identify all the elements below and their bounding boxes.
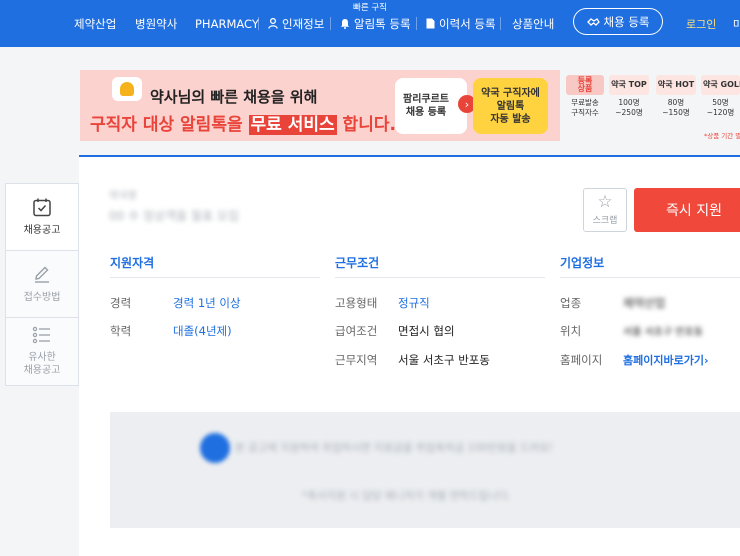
industry-label: 업종 xyxy=(560,296,582,310)
nav-talent-info[interactable]: 인재정보 xyxy=(268,0,324,47)
chevron-right-icon: › xyxy=(703,354,709,367)
homepage-link-text: 홈페이지바로가기 xyxy=(623,354,704,367)
nav-products[interactable]: 상품안내 xyxy=(512,0,554,47)
nav-divider xyxy=(416,17,417,30)
nav-resume-label: 이력서 등록 xyxy=(439,16,496,31)
banner-auto-send-card: 약국 구직자에 알림톡 자동 발송 xyxy=(473,78,548,134)
banner-subline-pre: 구직자 대상 알림톡을 xyxy=(90,115,249,135)
price-col-value: 80명 ~150명 xyxy=(662,98,690,118)
price-col-name: 약국 GOLD xyxy=(701,75,740,95)
tab-application-method[interactable]: 접수방법 xyxy=(6,251,78,318)
handshake-icon xyxy=(586,17,600,26)
section-divider xyxy=(335,277,545,278)
location-label: 위치 xyxy=(560,324,582,338)
education-label: 학력 xyxy=(110,324,132,338)
nav-talent-label: 인재정보 xyxy=(282,16,325,31)
star-icon: ☆ xyxy=(597,192,613,212)
bonus-notice: 본 공고에 지원하여 취업하시면 지원금을 취업축하금 100만원을 드려요! … xyxy=(110,412,740,528)
section-qualification-title: 지원자격 xyxy=(110,256,155,270)
banner-auto-send-text: 약국 구직자에 알림톡 자동 발송 xyxy=(481,87,540,125)
promo-banner[interactable]: 약사님의 빠른 채용을 위해 구직자 대상 알림톡을 무료 서비스 합니다. 팜… xyxy=(80,70,560,141)
apply-now-button[interactable]: 즉시 지원 xyxy=(634,188,740,232)
employment-type-value: 정규직 xyxy=(398,296,430,310)
nav-divider xyxy=(500,17,501,30)
location-value: 서울 서초구 반포동 xyxy=(623,327,703,338)
price-col-name: 약국 HOT xyxy=(656,75,696,95)
price-col-value: 100명 ~250명 xyxy=(615,98,643,118)
pencil-icon xyxy=(35,266,49,283)
work-area-label: 근무지역 xyxy=(335,353,378,367)
salary-label: 급여조건 xyxy=(335,324,378,338)
nav-alimtalk-label: 알림톡 등록 xyxy=(354,16,411,31)
homepage-label: 홈페이지 xyxy=(560,353,603,367)
job-title: 00 수 정상객을 월표 모집 xyxy=(109,209,239,223)
banner-subline: 구직자 대상 알림톡을 무료 서비스 합니다. xyxy=(90,110,396,135)
price-col-name: 약국 TOP xyxy=(609,75,649,95)
employment-type-label: 고용형태 xyxy=(335,296,378,310)
nav-alimtalk[interactable]: 알림톡 등록 xyxy=(340,0,411,47)
login-link[interactable]: 로그인 xyxy=(686,0,716,47)
company-name: 약국명 xyxy=(109,191,137,202)
tab-job-posting-label: 채용공고 xyxy=(23,224,61,236)
nav-overflow-item[interactable]: 마 xyxy=(733,0,740,47)
job-detail-panel: 약국명 00 수 정상객을 월표 모집 ☆ 스크랩 즉시 지원 지원자격 경력 … xyxy=(79,155,740,556)
banner-register-text: 팜리쿠르트 채용 등록 xyxy=(403,93,449,119)
price-col-gold: 약국 GOLD 50명 ~120명 xyxy=(701,75,740,118)
scrap-label: 스크랩 xyxy=(592,216,618,226)
price-label-col: 등록 상품 무료발송 구직자수 xyxy=(566,75,604,118)
salary-value: 면접시 협의 xyxy=(398,324,455,338)
tab-similar-postings[interactable]: 유사한 채용공고 xyxy=(6,318,78,385)
industry-value: 제약산업 xyxy=(623,296,666,310)
price-note: *상품 기간 별 xyxy=(704,132,740,140)
document-icon xyxy=(426,18,435,29)
price-head-label: 등록 상품 xyxy=(566,75,604,95)
banner-register-card: 팜리쿠르트 채용 등록 xyxy=(395,78,467,134)
price-row-label: 무료발송 구직자수 xyxy=(571,98,599,118)
nav-pharma-industry[interactable]: 제약산업 xyxy=(74,0,116,47)
nav-divider xyxy=(258,17,259,30)
calendar-check-icon xyxy=(33,198,51,216)
person-icon xyxy=(268,18,278,29)
scrap-button[interactable]: ☆ 스크랩 xyxy=(583,188,627,232)
job-register-label: 채용 등록 xyxy=(603,14,650,29)
bell-icon xyxy=(340,19,350,29)
tab-application-label: 접수방법 xyxy=(23,291,61,303)
price-table: 등록 상품 무료발송 구직자수 약국 TOP 100명 ~250명 약국 HOT… xyxy=(566,75,740,141)
career-label: 경력 xyxy=(110,296,132,310)
banner-headline: 약사님의 빠른 채용을 위해 xyxy=(150,88,318,106)
price-col-top: 약국 TOP 100명 ~250명 xyxy=(609,75,649,118)
bell-icon xyxy=(112,77,142,101)
career-value: 경력 1년 이상 xyxy=(173,296,241,310)
education-value: 대졸(4년제) xyxy=(173,324,232,338)
price-col-hot: 약국 HOT 80명 ~150명 xyxy=(656,75,696,118)
section-divider xyxy=(560,277,740,278)
banner-highlight: 무료 서비스 xyxy=(248,115,337,135)
job-register-button[interactable]: 채용 등록 xyxy=(573,8,663,35)
section-conditions-title: 근무조건 xyxy=(335,256,380,270)
work-area-value: 서울 서초구 반포동 xyxy=(398,353,490,367)
section-company-title: 기업정보 xyxy=(560,256,605,270)
tab-job-posting[interactable]: 채용공고 xyxy=(6,184,78,251)
info-icon xyxy=(200,433,230,463)
bonus-notice-text: 본 공고에 지원하여 취업하시면 지원금을 취업축하금 100만원을 드려요! xyxy=(235,442,554,454)
price-col-value: 50명 ~120명 xyxy=(706,98,735,118)
manager-contact-text: *축사지원 시 담당 매니저가 개별 연락드립니다. xyxy=(302,490,511,502)
list-icon xyxy=(32,326,50,344)
homepage-link[interactable]: 홈페이지바로가기› xyxy=(623,352,709,368)
nav-resume[interactable]: 이력서 등록 xyxy=(426,0,496,47)
nav-divider xyxy=(330,17,331,30)
section-divider xyxy=(110,277,320,278)
top-nav: 제약산업 병원약사 PHARMACY 인재정보 빠른 구직 알림톡 등록 이력서… xyxy=(0,0,740,47)
banner-subline-post: 합니다. xyxy=(336,115,396,135)
nav-hospital-pharmacist[interactable]: 병원약사 xyxy=(135,0,177,47)
nav-pharmacy[interactable]: PHARMACY xyxy=(195,0,259,47)
side-tabs: 채용공고 접수방법 유사한 채용공고 xyxy=(5,183,79,386)
tab-similar-label: 유사한 채용공고 xyxy=(23,352,61,376)
